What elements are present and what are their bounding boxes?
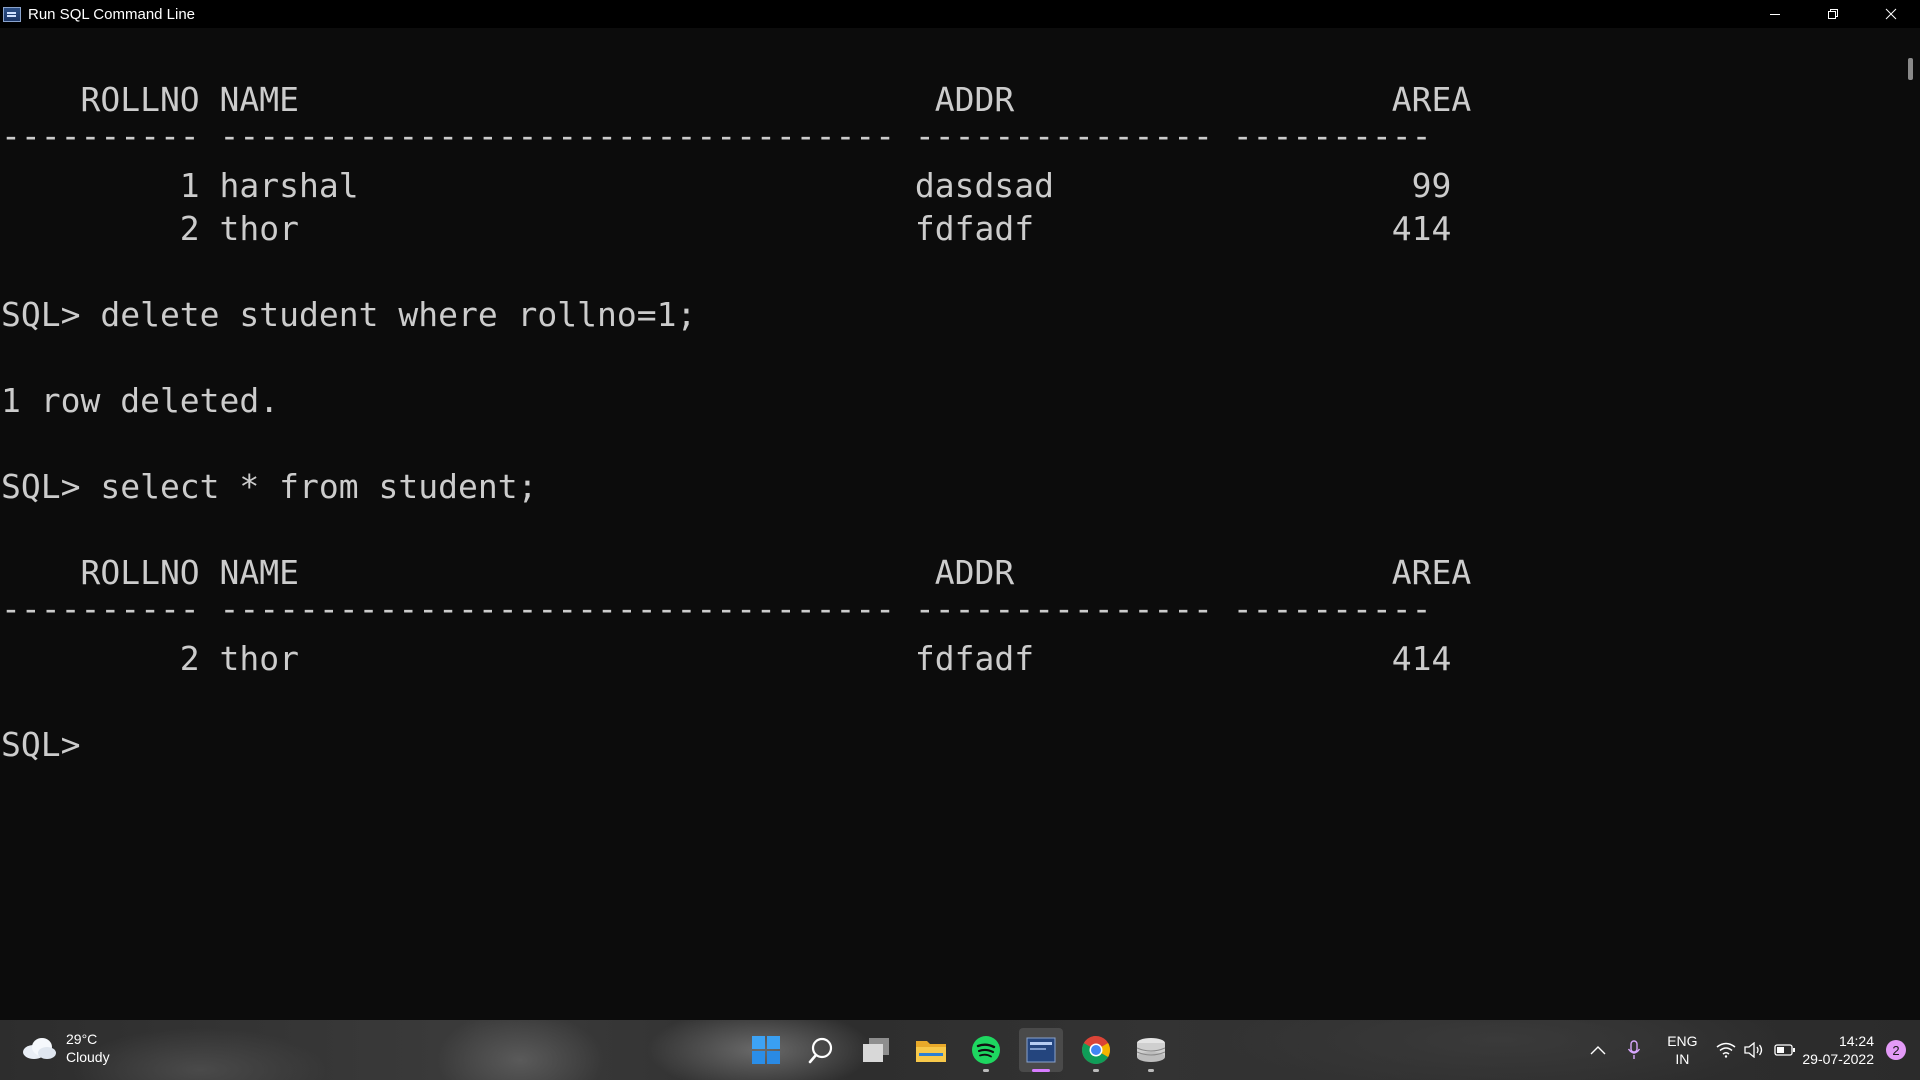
minimize-icon — [1770, 14, 1780, 15]
notification-badge[interactable]: 2 — [1886, 1040, 1906, 1060]
weather-widget[interactable]: 29°C Cloudy — [20, 1030, 110, 1066]
search-icon — [808, 1037, 833, 1064]
spotify-icon — [972, 1036, 1000, 1064]
minimize-button[interactable] — [1746, 0, 1804, 28]
chrome-button[interactable] — [1074, 1028, 1118, 1072]
task-view-icon — [863, 1038, 889, 1062]
console-line: ---------- -----------------------------… — [1, 589, 1432, 628]
microphone-button[interactable] — [1616, 1040, 1652, 1060]
speaker-icon — [1744, 1042, 1763, 1058]
database-app-button[interactable] — [1129, 1028, 1173, 1072]
volume-button[interactable] — [1740, 1042, 1768, 1058]
battery-button[interactable] — [1768, 1044, 1802, 1056]
console-line: SQL> select * from student; — [1, 467, 538, 506]
chevron-up-icon — [1590, 1046, 1606, 1055]
title-bar[interactable]: Run SQL Command Line — [0, 0, 1920, 28]
wifi-button[interactable] — [1712, 1042, 1740, 1058]
clock-time: 14:24 — [1838, 1033, 1874, 1049]
console-line: 1 row deleted. — [1, 381, 280, 420]
language-region: IN — [1675, 1051, 1690, 1067]
system-tray: ENG IN 14:24 29-07-2022 2 — [1580, 1020, 1920, 1080]
running-indicator — [1148, 1069, 1154, 1072]
console-line: SQL> delete student where rollno=1; — [1, 295, 697, 334]
restore-button[interactable] — [1804, 0, 1862, 28]
running-indicator — [983, 1069, 989, 1072]
console-line: ---------- -----------------------------… — [1, 116, 1432, 155]
cloud-icon — [20, 1035, 58, 1061]
clock-date: 29-07-2022 — [1802, 1051, 1874, 1067]
scrollbar-thumb[interactable] — [1908, 58, 1913, 80]
restore-icon — [1828, 9, 1838, 19]
start-icon — [752, 1036, 780, 1064]
show-hidden-icons-button[interactable] — [1580, 1045, 1616, 1055]
window-title: Run SQL Command Line — [28, 5, 196, 23]
chrome-icon — [1082, 1036, 1110, 1064]
console-prompt[interactable]: SQL> — [1, 723, 80, 766]
taskbar-apps — [744, 1028, 1173, 1072]
file-explorer-icon — [916, 1041, 946, 1062]
close-icon — [1885, 8, 1897, 20]
spotify-button[interactable] — [964, 1028, 1008, 1072]
running-indicator — [1032, 1069, 1050, 1072]
console-line: 2 thor fdfadf 414 — [1, 209, 1452, 248]
console-scrollbar[interactable] — [1900, 28, 1920, 1020]
console-line: 1 harshal dasdsad 99 — [1, 166, 1452, 205]
task-view-button[interactable] — [854, 1028, 898, 1072]
file-explorer-button[interactable] — [909, 1028, 953, 1072]
search-button[interactable] — [799, 1028, 843, 1072]
sql-app-icon[interactable] — [3, 6, 21, 22]
sql-command-line-button[interactable] — [1019, 1028, 1063, 1072]
taskbar: 29°C Cloudy ENG IN 14:24 29-07-2022 2 — [0, 1020, 1920, 1080]
window-controls — [1746, 0, 1920, 28]
language-code: ENG — [1667, 1033, 1698, 1049]
language-indicator[interactable]: ENG IN — [1652, 1032, 1712, 1068]
console-output[interactable]: ROLLNO NAME ADDR AREA ---------- -------… — [0, 28, 1900, 1020]
battery-icon — [1774, 1044, 1796, 1056]
database-icon — [1136, 1038, 1166, 1062]
weather-temp: 29°C — [66, 1031, 98, 1047]
start-button[interactable] — [744, 1028, 788, 1072]
weather-condition: Cloudy — [66, 1049, 110, 1065]
sql-command-line-icon — [1026, 1037, 1056, 1063]
close-button[interactable] — [1862, 0, 1920, 28]
microphone-icon — [1628, 1040, 1641, 1059]
running-indicator — [1093, 1069, 1099, 1072]
wifi-icon — [1716, 1042, 1736, 1058]
clock[interactable]: 14:24 29-07-2022 — [1802, 1032, 1874, 1068]
console-line: 2 thor fdfadf 414 — [1, 639, 1452, 678]
